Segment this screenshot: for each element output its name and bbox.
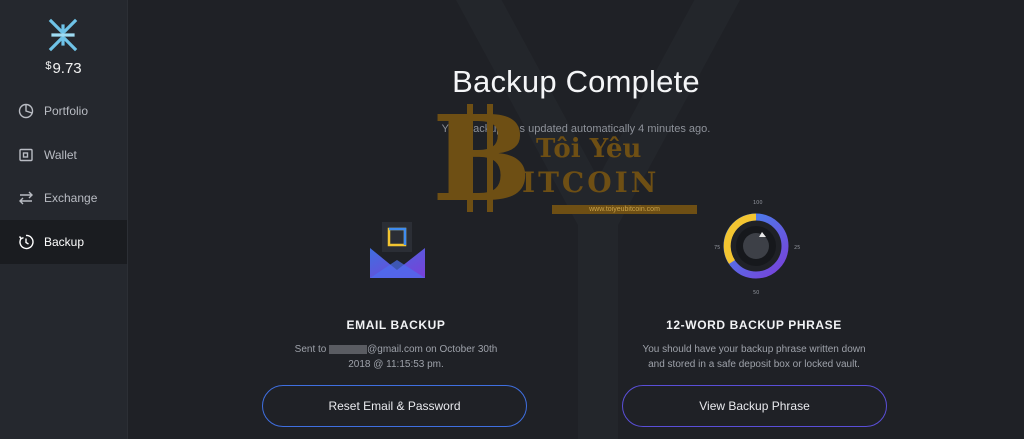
vault-dial-icon: 100 75 25 50 <box>714 200 800 296</box>
page-title: Backup Complete <box>452 64 700 99</box>
sidebar-item-label: Exchange <box>44 191 98 205</box>
svg-text:B: B <box>432 100 532 215</box>
sidebar-item-label: Portfolio <box>44 104 89 118</box>
dial-label-right: 25 <box>794 245 800 251</box>
watermark-line2: ITCOIN <box>522 166 660 199</box>
sidebar-item-label: Wallet <box>44 148 77 162</box>
sidebar-item-exchange[interactable]: Exchange <box>0 176 127 220</box>
dial-label-bottom: 50 <box>753 290 759 296</box>
backup-clock-icon <box>17 233 35 251</box>
email-desc-prefix: Sent to <box>294 344 330 355</box>
sidebar-item-portfolio[interactable]: Portfolio <box>0 89 127 133</box>
phrase-desc-line1: You should have your backup phrase writt… <box>642 344 866 355</box>
sidebar-item-label: Backup <box>44 235 85 249</box>
email-envelope-icon <box>370 222 425 278</box>
watermark-line1: Tôi Yêu <box>536 134 642 164</box>
email-backup-description: Sent to @gmail.com on October 30th 2018 … <box>236 342 556 372</box>
pie-chart-icon <box>17 102 35 120</box>
exchange-arrows-icon <box>17 189 35 207</box>
reset-email-password-button[interactable]: Reset Email & Password <box>262 385 527 427</box>
dial-label-top: 100 <box>753 200 763 206</box>
sidebar-item-wallet[interactable]: Wallet <box>0 133 127 177</box>
email-desc-suffix: @gmail.com on October 30th <box>367 344 498 355</box>
view-backup-phrase-button[interactable]: View Backup Phrase <box>622 385 887 427</box>
phrase-backup-description: You should have your backup phrase writt… <box>594 342 914 372</box>
redacted-email-user <box>329 344 368 354</box>
dial-label-left: 75 <box>714 245 720 251</box>
sidebar: $9.73 Portfolio Wallet Exchange Backup <box>0 0 128 439</box>
balance-value: 9.73 <box>52 60 82 77</box>
backup-panel: Backup Complete Your backup was updated … <box>128 0 1024 439</box>
email-backup-title: EMAIL BACKUP <box>346 318 446 332</box>
sidebar-item-backup[interactable]: Backup <box>0 220 127 264</box>
email-desc-timestamp: 2018 @ 11:15:53 pm. <box>348 359 444 370</box>
watermark-url: www.toiyeubitcoin.com <box>552 205 697 214</box>
currency-symbol: $ <box>45 60 52 72</box>
exodus-logo-icon <box>48 18 78 52</box>
phrase-backup-title: 12-WORD BACKUP PHRASE <box>666 318 842 332</box>
wallet-icon <box>17 146 35 164</box>
portfolio-balance: $9.73 <box>0 60 127 77</box>
phrase-desc-line2: and stored in a safe deposit box or lock… <box>648 359 860 370</box>
